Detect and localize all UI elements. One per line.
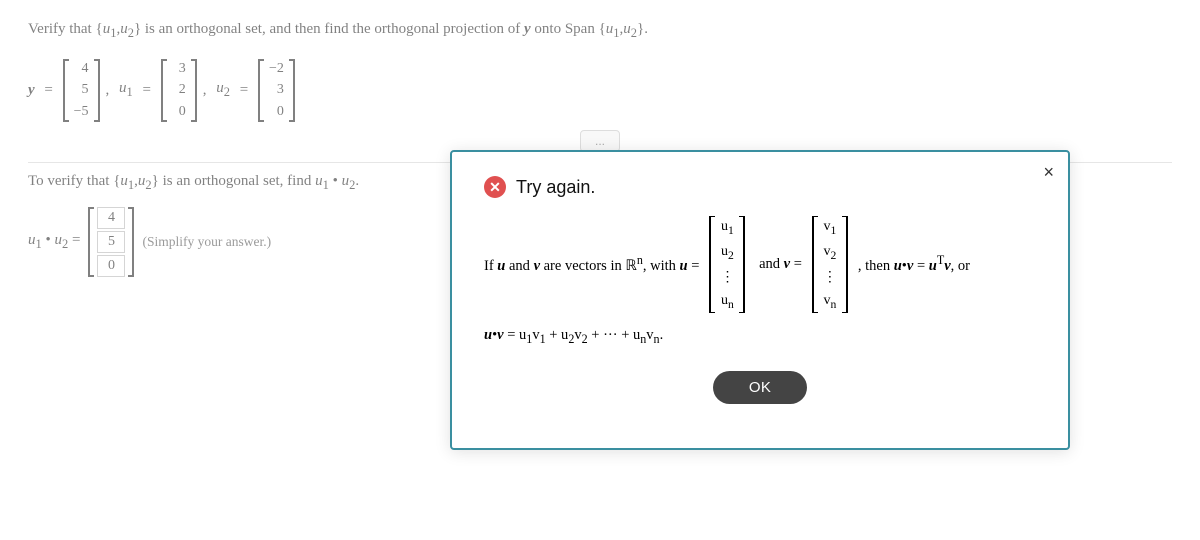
ok-button[interactable]: OK xyxy=(713,371,807,404)
v-column-vector: v1 v2 ⋮ vn xyxy=(812,216,848,313)
u-cell-1: u1 xyxy=(719,216,736,239)
modal-body: If u and v are vectors in ℝn, with u = u… xyxy=(484,216,1036,349)
modal-title-row: ✕ Try again. xyxy=(484,176,1036,198)
u-cell-n: un xyxy=(719,290,736,313)
modal-formula-row: If u and v are vectors in ℝn, with u = u… xyxy=(484,216,1036,313)
v-cell-2: v2 xyxy=(821,241,838,264)
and-v-text: and v = xyxy=(755,252,801,277)
v-cell-n: vn xyxy=(821,290,838,313)
dot-formula: u•v = u1v1 + u2v2 + ··· + unvn. xyxy=(484,327,663,343)
if-text: If u and v are vectors in ℝn, with u = xyxy=(484,250,699,278)
modal-title: Try again. xyxy=(516,177,595,198)
modal-close-button[interactable]: × xyxy=(1043,162,1054,183)
u-cell-2: u2 xyxy=(719,241,736,264)
modal-box: × ✕ Try again. If u and v are vectors in… xyxy=(450,150,1070,450)
error-icon: ✕ xyxy=(484,176,506,198)
v-cell-dots: ⋮ xyxy=(821,267,839,288)
v-cell-1: v1 xyxy=(821,216,838,239)
then-text: , then u•v = uTv, or xyxy=(858,250,970,278)
u-column-vector: u1 u2 ⋮ un xyxy=(709,216,745,313)
modal-overlay: × ✕ Try again. If u and v are vectors in… xyxy=(0,0,1200,540)
u-cell-dots: ⋮ xyxy=(718,267,736,288)
formula-line: u•v = u1v1 + u2v2 + ··· + unvn. xyxy=(484,323,1036,349)
